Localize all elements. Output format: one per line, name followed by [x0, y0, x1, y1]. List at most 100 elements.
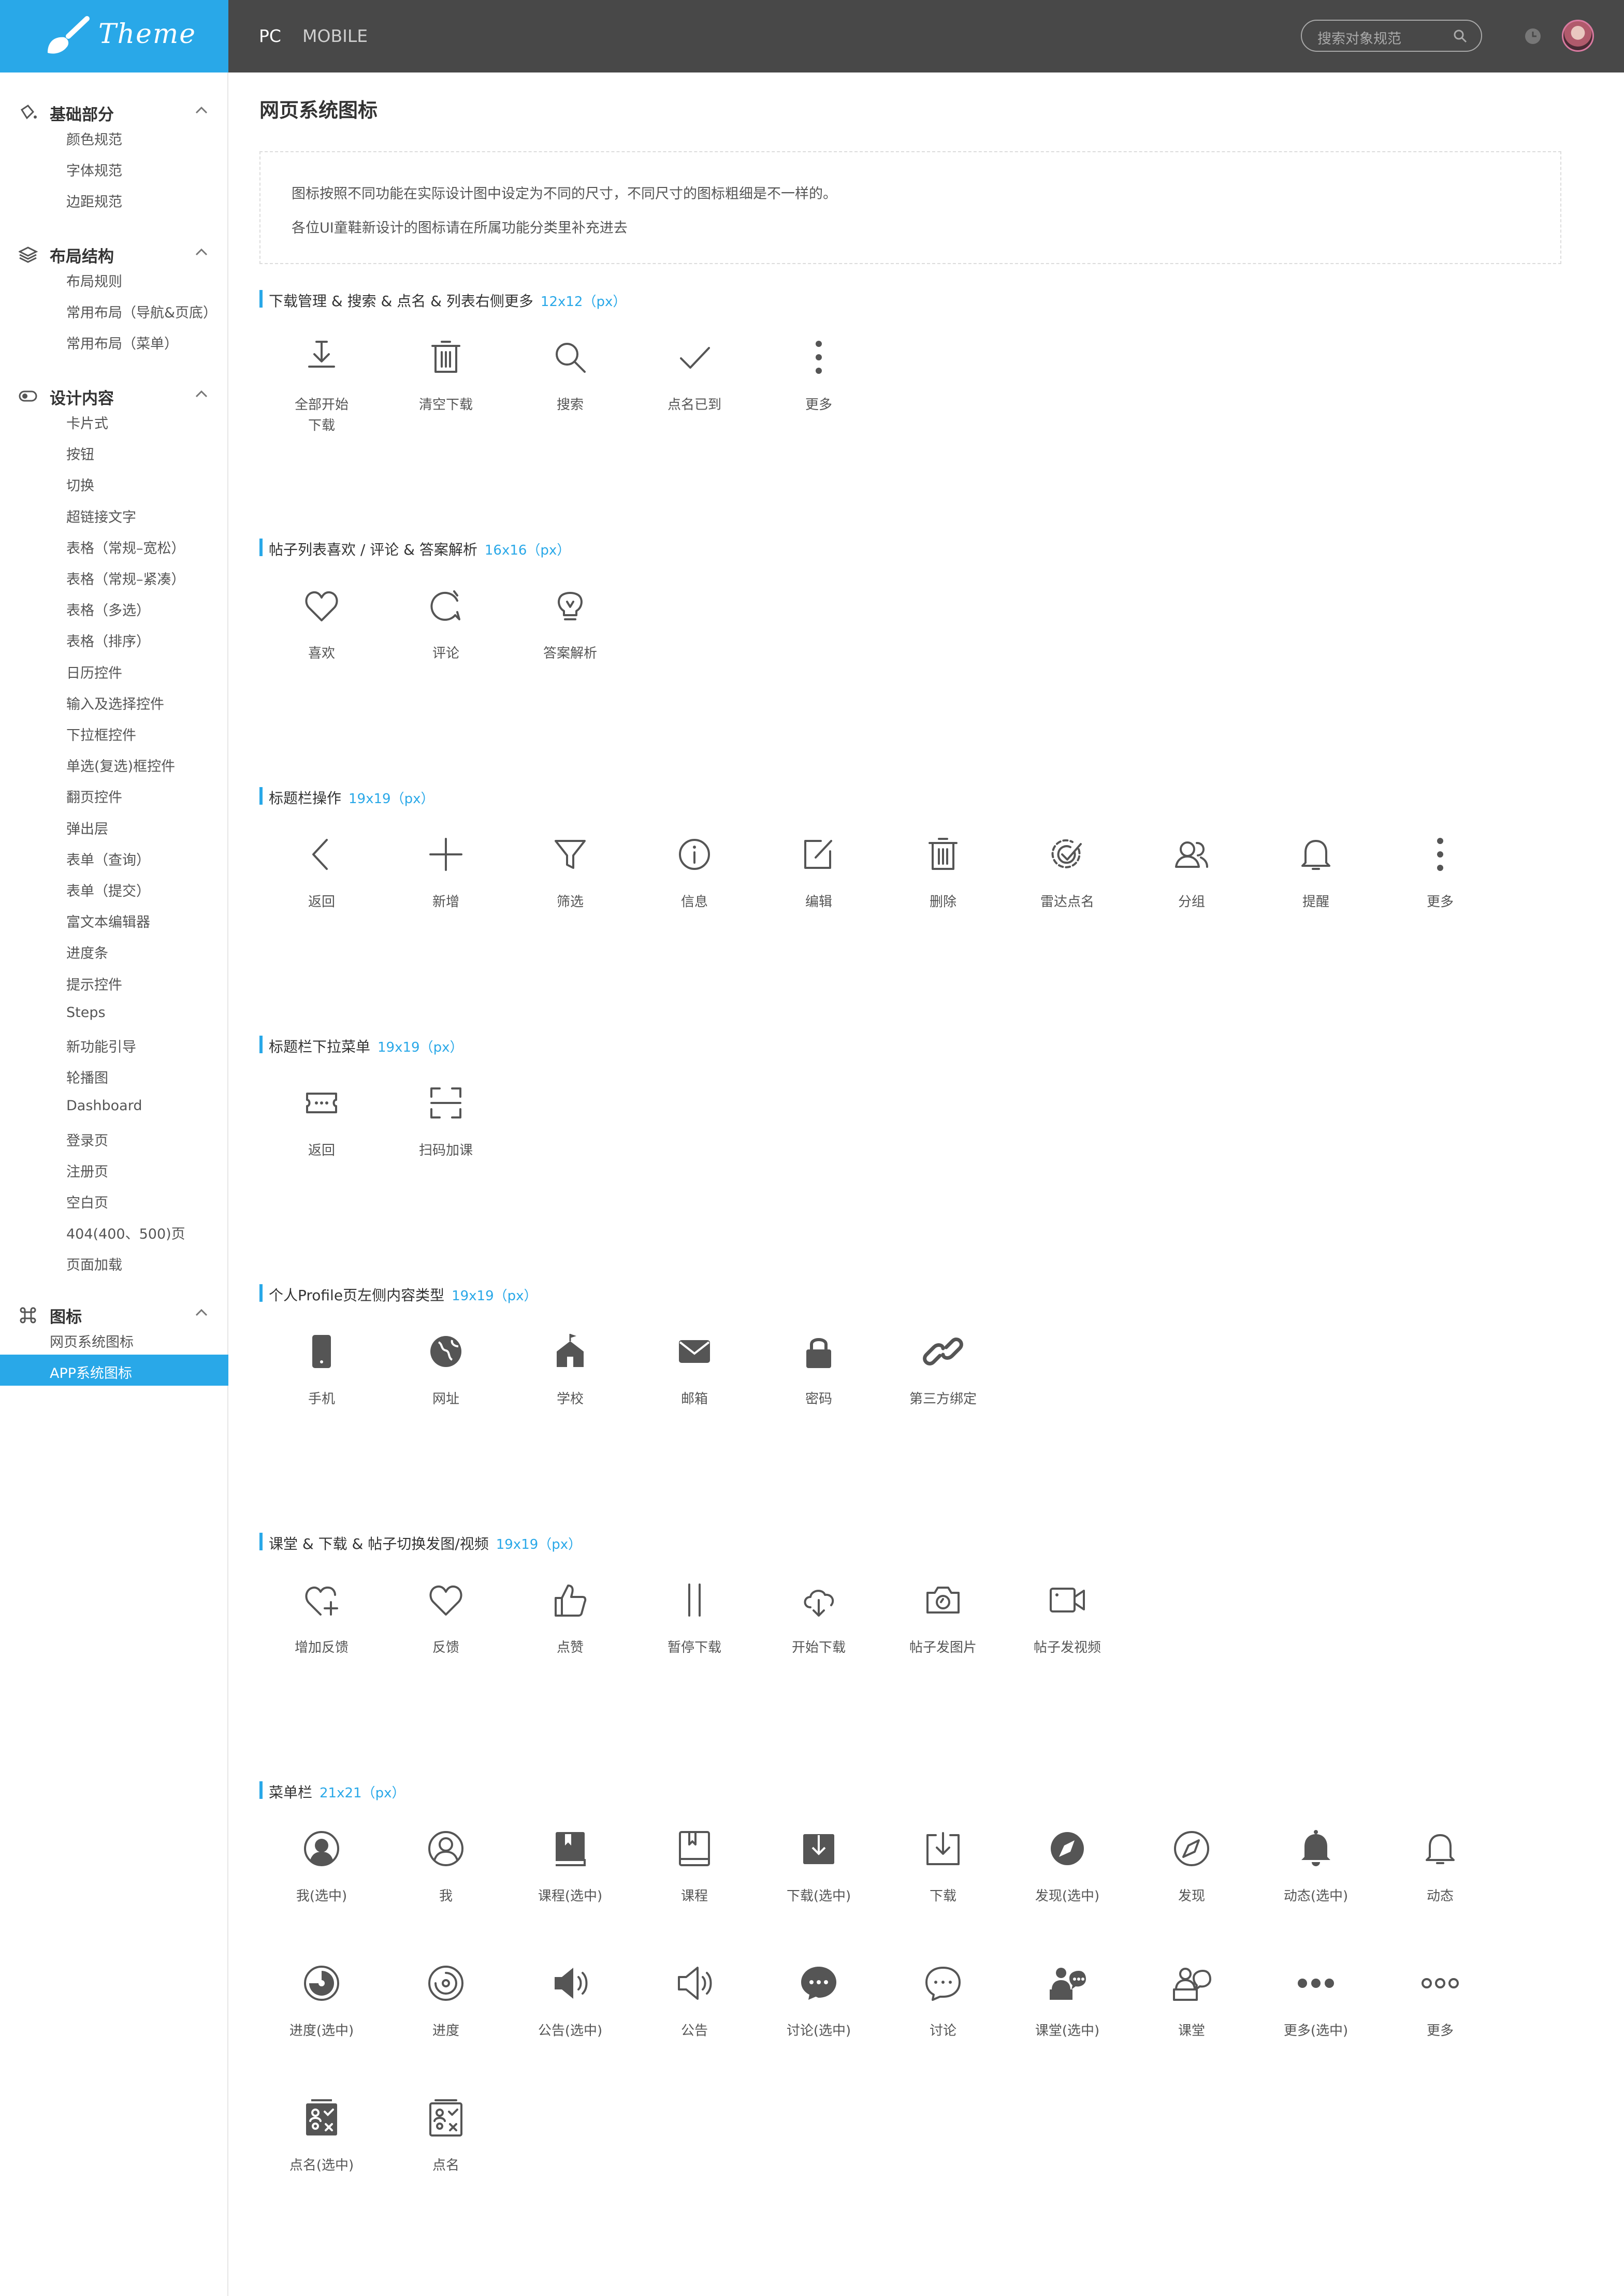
logo[interactable]: Theme — [0, 0, 228, 72]
tab-mobile[interactable]: MOBILE — [302, 26, 368, 46]
icon-card[interactable]: 公告 — [632, 1963, 757, 2082]
icon-card[interactable]: 网址 — [384, 1331, 508, 1450]
icon-card[interactable]: 删除 — [881, 834, 1005, 953]
icon-card[interactable]: 课堂 — [1129, 1963, 1254, 2082]
search-input[interactable]: 搜索对象规范 — [1301, 20, 1482, 52]
clock-icon[interactable] — [1524, 27, 1542, 46]
sidebar-item[interactable]: 新功能引导 — [0, 1028, 228, 1059]
icon-card[interactable]: 密码 — [757, 1331, 881, 1450]
icon-card[interactable]: 点名 — [384, 2097, 508, 2216]
icon-card[interactable]: 更多 — [757, 337, 881, 456]
icon-card[interactable]: 进度(选中) — [259, 1963, 384, 2082]
sidebar-item[interactable]: APP系统图标 — [0, 1355, 228, 1386]
sidebar-item[interactable]: 404(400、500)页 — [0, 1215, 228, 1246]
sidebar-item[interactable]: 字体规范 — [0, 152, 228, 183]
icon-card[interactable]: 课堂(选中) — [1005, 1963, 1129, 2082]
sidebar-item[interactable]: 日历控件 — [0, 655, 228, 686]
icon-card[interactable]: 帖子发视频 — [1005, 1579, 1129, 1698]
icon-card[interactable]: 发现 — [1129, 1828, 1254, 1947]
sidebar-item[interactable]: 富文本编辑器 — [0, 904, 228, 935]
sidebar-item[interactable]: 空白页 — [0, 1184, 228, 1215]
sidebar-item[interactable]: 常用布局（菜单） — [0, 325, 228, 356]
icon-card[interactable]: 公告(选中) — [508, 1963, 632, 2082]
icon-card[interactable]: 下载 — [881, 1828, 1005, 1947]
icon-card[interactable]: 更多 — [1378, 834, 1502, 953]
icon-card[interactable]: 我 — [384, 1828, 508, 1947]
sidebar-item[interactable]: 输入及选择控件 — [0, 686, 228, 717]
icon-card[interactable]: 更多(选中) — [1254, 1963, 1378, 2082]
icon-card[interactable]: 课程(选中) — [508, 1828, 632, 1947]
icon-card[interactable]: 开始下载 — [757, 1579, 881, 1698]
icon-card[interactable]: 反馈 — [384, 1579, 508, 1698]
icon-card[interactable]: 学校 — [508, 1331, 632, 1450]
icon-card[interactable]: 全部开始下载 — [259, 337, 384, 456]
chevron-up-icon[interactable] — [193, 245, 210, 259]
sidebar-item[interactable]: 进度条 — [0, 935, 228, 966]
icon-card[interactable]: 增加反馈 — [259, 1579, 384, 1698]
sidebar-item[interactable]: 登录页 — [0, 1122, 228, 1153]
icon-card[interactable]: 发现(选中) — [1005, 1828, 1129, 1947]
icon-card[interactable]: 点名(选中) — [259, 2097, 384, 2216]
icon-card[interactable]: 帖子发图片 — [881, 1579, 1005, 1698]
icon-card[interactable]: 动态 — [1378, 1828, 1502, 1947]
sidebar-item[interactable]: 布局规则 — [0, 263, 228, 294]
sidebar-item[interactable]: 注册页 — [0, 1153, 228, 1184]
sidebar-item[interactable]: 提示控件 — [0, 966, 228, 997]
icon-card[interactable]: 新增 — [384, 834, 508, 953]
icon-card[interactable]: 讨论(选中) — [757, 1963, 881, 2082]
icon-card[interactable]: 提醒 — [1254, 834, 1378, 953]
icon-card[interactable]: 扫码加课 — [384, 1082, 508, 1201]
icon-card[interactable]: 我(选中) — [259, 1828, 384, 1947]
sidebar-item[interactable]: 超链接文字 — [0, 499, 228, 530]
sidebar-item[interactable]: 表格（多选） — [0, 592, 228, 623]
sidebar-item[interactable]: Steps — [0, 997, 228, 1028]
icon-card[interactable]: 返回 — [259, 1082, 384, 1201]
icon-card[interactable]: 手机 — [259, 1331, 384, 1450]
sidebar-item[interactable]: 轮播图 — [0, 1059, 228, 1091]
sidebar-item[interactable]: 按钮 — [0, 436, 228, 467]
icon-card[interactable]: 动态(选中) — [1254, 1828, 1378, 1947]
icon-card[interactable]: 讨论 — [881, 1963, 1005, 2082]
sidebar-item[interactable]: 表单（提交） — [0, 873, 228, 904]
icon-card[interactable]: 下载(选中) — [757, 1828, 881, 1947]
icon-card[interactable]: 分组 — [1129, 834, 1254, 953]
icon-card[interactable]: 清空下载 — [384, 337, 508, 456]
sidebar-item[interactable]: 表格（排序） — [0, 623, 228, 654]
sidebar-item[interactable]: Dashboard — [0, 1091, 228, 1122]
icon-card[interactable]: 搜索 — [508, 337, 632, 456]
icon-card[interactable]: 点赞 — [508, 1579, 632, 1698]
tab-pc[interactable]: PC — [259, 26, 281, 46]
icon-card[interactable]: 筛选 — [508, 834, 632, 953]
icon-card[interactable]: 编辑 — [757, 834, 881, 953]
avatar[interactable] — [1562, 20, 1594, 52]
icon-card[interactable]: 课程 — [632, 1828, 757, 1947]
icon-card[interactable]: 暂停下载 — [632, 1579, 757, 1698]
icon-card[interactable]: 第三方绑定 — [881, 1331, 1005, 1450]
icon-card[interactable]: 信息 — [632, 834, 757, 953]
sidebar-item[interactable]: 表格（常规–宽松） — [0, 530, 228, 561]
chevron-up-icon[interactable] — [193, 387, 210, 401]
sidebar-item[interactable]: 表单（查询） — [0, 841, 228, 873]
sidebar-item[interactable]: 单选(复选)框控件 — [0, 748, 228, 779]
icon-card[interactable]: 雷达点名 — [1005, 834, 1129, 953]
icon-card[interactable]: 进度 — [384, 1963, 508, 2082]
sidebar-item[interactable]: 页面加载 — [0, 1246, 228, 1277]
chevron-up-icon[interactable] — [193, 1306, 210, 1319]
icon-card[interactable]: 答案解析 — [508, 585, 632, 704]
sidebar-item[interactable]: 常用布局（导航&页底） — [0, 294, 228, 325]
sidebar-item[interactable]: 翻页控件 — [0, 779, 228, 810]
icon-card[interactable]: 返回 — [259, 834, 384, 953]
sidebar-item[interactable]: 卡片式 — [0, 405, 228, 436]
icon-card[interactable]: 评论 — [384, 585, 508, 704]
icon-card[interactable]: 更多 — [1378, 1963, 1502, 2082]
icon-card[interactable]: 点名已到 — [632, 337, 757, 456]
sidebar-item[interactable]: 表格（常规–紧凑） — [0, 561, 228, 592]
sidebar-item[interactable]: 边距规范 — [0, 183, 228, 214]
icon-card[interactable]: 邮箱 — [632, 1331, 757, 1450]
sidebar-item[interactable]: 弹出层 — [0, 810, 228, 841]
icon-card[interactable]: 喜欢 — [259, 585, 384, 704]
sidebar-item[interactable]: 下拉框控件 — [0, 717, 228, 748]
sidebar-item[interactable]: 切换 — [0, 467, 228, 498]
chevron-up-icon[interactable] — [193, 104, 210, 117]
sidebar-item[interactable]: 网页系统图标 — [0, 1324, 228, 1355]
